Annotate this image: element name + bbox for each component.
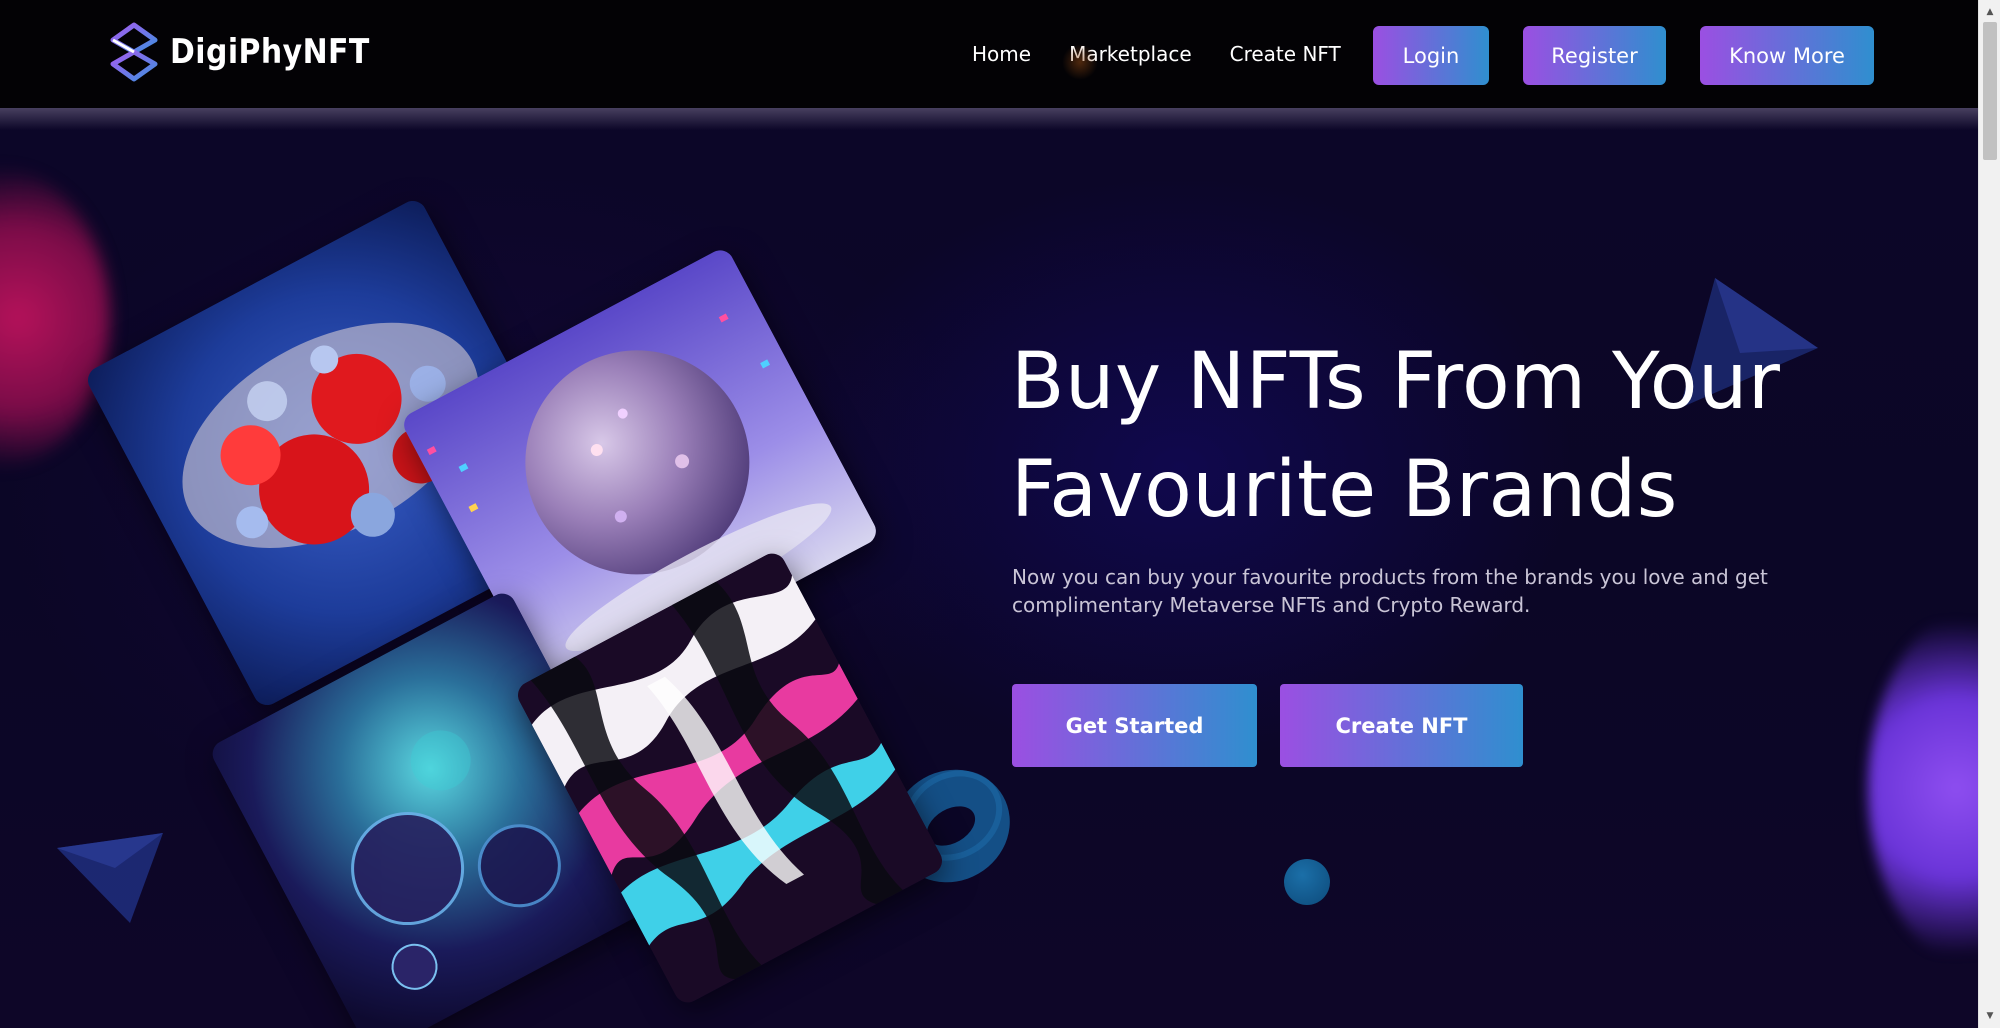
decorative-glow-dot	[1062, 44, 1098, 80]
decorative-purple-blob	[1868, 608, 1978, 968]
vertical-scrollbar[interactable]: ▲ ▼	[1978, 0, 2000, 1028]
decorative-blue-dot	[1284, 859, 1330, 905]
brand-name: DigiPhyNFT	[170, 32, 370, 72]
brand-logo-link[interactable]: DigiPhyNFT	[110, 20, 397, 84]
hero-title: Buy NFTs From Your Favourite Brands	[1011, 337, 1781, 535]
scroll-up-arrow-icon[interactable]: ▲	[1979, 2, 2000, 22]
nav-link-home[interactable]: Home	[972, 42, 1031, 66]
layers-diamond-logo-icon	[110, 22, 158, 82]
page: DigiPhyNFT Home Marketplace Create NFT L…	[0, 0, 2000, 1028]
know-more-button[interactable]: Know More	[1700, 26, 1874, 85]
login-button[interactable]: Login	[1373, 26, 1489, 85]
nav-links: Home Marketplace Create NFT	[972, 0, 1379, 108]
navbar: DigiPhyNFT Home Marketplace Create NFT L…	[0, 0, 1978, 108]
register-button[interactable]: Register	[1523, 26, 1666, 85]
hero-section: Buy NFTs From Your Favourite Brands Now …	[0, 108, 1978, 1028]
scroll-down-arrow-icon[interactable]: ▼	[1979, 1006, 2000, 1026]
hero-description: Now you can buy your favourite products …	[1012, 565, 1768, 617]
navbar-shadow	[0, 108, 1978, 130]
get-started-button[interactable]: Get Started	[1012, 684, 1257, 767]
nft-artwork-grid	[0, 108, 1000, 1028]
scrollbar-thumb[interactable]	[1983, 22, 1997, 160]
nav-link-create-nft[interactable]: Create NFT	[1230, 42, 1341, 66]
create-nft-button[interactable]: Create NFT	[1280, 684, 1523, 767]
